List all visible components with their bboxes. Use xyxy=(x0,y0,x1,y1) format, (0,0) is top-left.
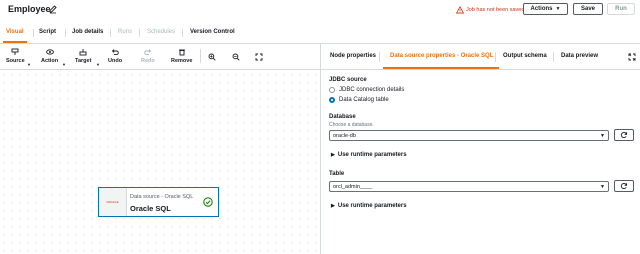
runtime-params-label: Use runtime parameters xyxy=(337,203,407,209)
caret-right-icon: ▶ xyxy=(331,203,335,209)
zoom-out-button[interactable] xyxy=(232,53,240,63)
runtime-params-expander[interactable]: ▶ Use runtime parameters xyxy=(331,152,407,158)
header-bar: Employee Job has not been saved Actions … xyxy=(0,0,640,22)
caret-right-icon: ▶ xyxy=(331,152,335,158)
tab-job-details[interactable]: Job details xyxy=(72,29,103,35)
unsaved-warning: Job has not been saved xyxy=(456,6,524,14)
radio-jdbc-connection[interactable]: JDBC connection details xyxy=(329,87,404,93)
tab-visual[interactable]: Visual xyxy=(6,29,24,35)
redo-label: Redo xyxy=(141,58,155,64)
remove-label: Remove xyxy=(171,58,193,64)
caret-down-icon: ▼ xyxy=(62,62,66,67)
oracle-logo-text: ORACLE xyxy=(106,200,119,204)
panel-divider[interactable] xyxy=(320,44,321,254)
jdbc-source-label: JDBC source xyxy=(329,77,367,83)
properties-tabs: Node properties Data source properties -… xyxy=(321,44,640,70)
table-label: Table xyxy=(329,171,345,177)
tab-divider xyxy=(139,29,140,37)
action-label: Action xyxy=(41,58,59,64)
table-value: orcl_admin____ xyxy=(333,183,373,190)
refresh-database-button[interactable] xyxy=(614,129,634,141)
active-tab-indicator xyxy=(383,67,499,69)
target-label: Target xyxy=(75,58,92,64)
radio-catalog-label: Data Catalog table xyxy=(339,97,389,103)
job-tabs: Visual Script Job details Runs Schedules… xyxy=(0,22,640,44)
node-subtitle: Data source - Oracle SQL xyxy=(130,194,194,200)
tab-version-control[interactable]: Version Control xyxy=(190,29,235,35)
source-button[interactable]: Source xyxy=(6,48,25,64)
node-title: Oracle SQL xyxy=(130,204,171,213)
runtime-params-label: Use runtime parameters xyxy=(337,152,407,158)
radio-data-catalog[interactable]: Data Catalog table xyxy=(329,97,389,103)
warning-text: Job has not been saved xyxy=(466,7,525,13)
tab-script[interactable]: Script xyxy=(39,29,56,35)
tab-node-properties[interactable]: Node properties xyxy=(330,53,376,59)
tab-divider xyxy=(379,52,380,62)
zoom-in-icon xyxy=(208,53,216,61)
action-button[interactable]: Action xyxy=(41,48,58,64)
source-icon xyxy=(11,48,19,55)
radio-selected xyxy=(329,97,335,103)
target-button[interactable]: Target xyxy=(75,48,91,64)
radio-jdbc-label: JDBC connection details xyxy=(339,87,405,93)
undo-button[interactable]: Undo xyxy=(108,48,122,64)
warning-icon xyxy=(456,6,464,14)
tab-data-source-properties[interactable]: Data source properties - Oracle SQL xyxy=(390,53,493,59)
run-button[interactable]: Run xyxy=(607,3,635,15)
expand-icon[interactable] xyxy=(628,53,636,61)
tab-divider xyxy=(553,52,554,62)
zoom-in-button[interactable] xyxy=(208,53,216,63)
oracle-sql-node[interactable]: ORACLE Data source - Oracle SQL Oracle S… xyxy=(98,187,219,217)
database-select[interactable]: oracle-db ▼ xyxy=(329,130,609,141)
undo-icon xyxy=(111,49,119,56)
refresh-table-button[interactable] xyxy=(614,180,634,192)
refresh-icon xyxy=(620,132,628,139)
refresh-icon xyxy=(620,183,628,190)
active-tab-indicator xyxy=(3,41,27,43)
redo-button[interactable]: Redo xyxy=(141,48,155,64)
tab-data-preview[interactable]: Data preview xyxy=(561,53,598,59)
fit-view-button[interactable] xyxy=(255,53,263,63)
caret-down-icon: ▼ xyxy=(27,62,31,67)
graph-canvas[interactable] xyxy=(0,71,320,254)
tab-divider xyxy=(110,29,111,37)
toolbar-divider xyxy=(200,49,201,63)
tab-runs[interactable]: Runs xyxy=(118,29,132,35)
actions-label: Actions xyxy=(530,6,553,12)
canvas-toolbar: Source ▼ Action ▼ Target ▼ Undo Redo Rem… xyxy=(0,44,320,70)
source-label: Source xyxy=(6,58,25,64)
oracle-logo: ORACLE xyxy=(99,188,127,216)
undo-label: Undo xyxy=(108,58,123,64)
table-select[interactable]: orcl_admin____ ▼ xyxy=(329,181,609,192)
save-button[interactable]: Save xyxy=(573,3,603,15)
tab-divider xyxy=(65,29,66,37)
database-hint: Choose a database. xyxy=(329,122,374,128)
check-circle-icon xyxy=(203,197,213,207)
runtime-params-expander[interactable]: ▶ Use runtime parameters xyxy=(331,203,407,209)
tab-divider xyxy=(495,52,496,62)
trash-icon xyxy=(178,49,185,56)
eye-icon xyxy=(45,49,54,55)
caret-down-icon: ▼ xyxy=(555,6,561,12)
actions-button[interactable]: Actions ▼ xyxy=(523,3,568,15)
zoom-out-icon xyxy=(232,53,240,61)
redo-icon xyxy=(144,49,151,56)
fit-view-icon xyxy=(255,53,263,61)
tab-output-schema[interactable]: Output schema xyxy=(503,53,547,59)
database-label: Database xyxy=(329,114,356,120)
caret-down-icon: ▼ xyxy=(600,133,605,139)
tab-schedules[interactable]: Schedules xyxy=(147,29,175,35)
caret-down-icon: ▼ xyxy=(96,62,100,67)
radio-unselected xyxy=(329,87,335,93)
target-icon xyxy=(79,49,87,56)
database-value: oracle-db xyxy=(333,132,356,139)
tab-divider xyxy=(33,29,34,37)
remove-button[interactable]: Remove xyxy=(171,48,192,64)
tab-divider xyxy=(182,29,183,37)
caret-down-icon: ▼ xyxy=(600,184,605,190)
page-title: Employee xyxy=(8,4,51,14)
edit-icon[interactable] xyxy=(48,4,58,14)
